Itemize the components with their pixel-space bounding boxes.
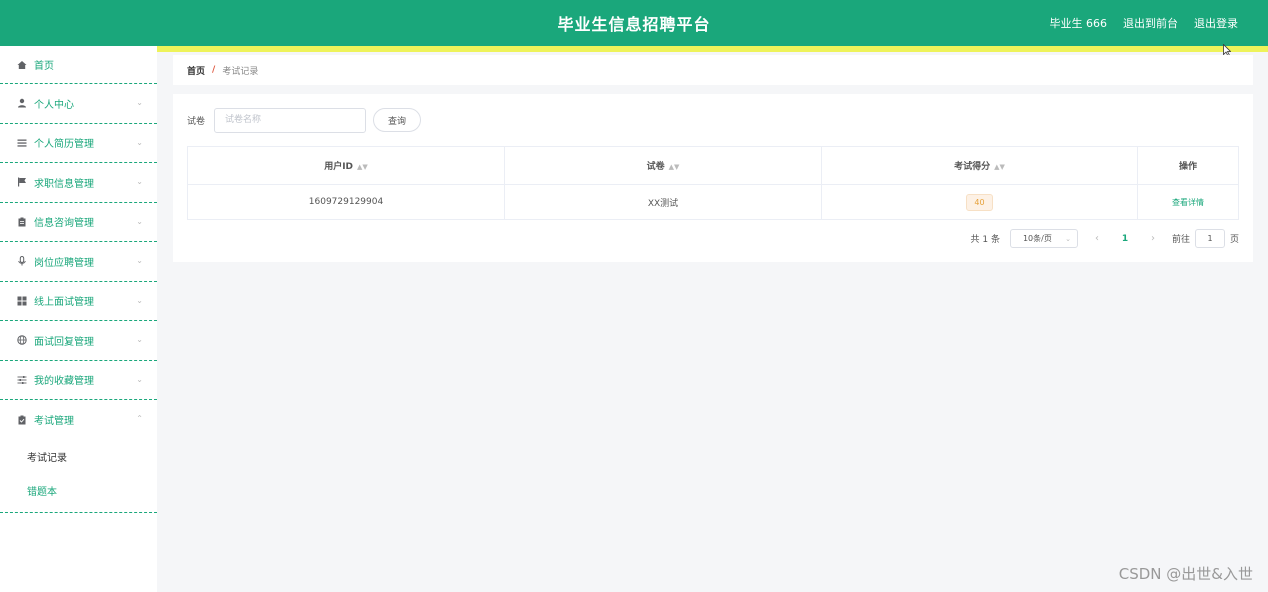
home-icon <box>17 60 27 70</box>
sidebar-subitem-exam-records[interactable]: 考试记录 <box>0 440 157 474</box>
search-label: 试卷 <box>187 116 206 127</box>
clipboard-check-icon <box>17 415 27 425</box>
sidebar-subitem-wrong-questions[interactable]: 错题本 <box>0 474 157 508</box>
chevron-down-icon: ⌄ <box>136 98 143 107</box>
page-number[interactable]: 1 <box>1116 234 1134 244</box>
pagination: 共 1 条 10条/页 ⌄ ‹ 1 › 前往 1 页 <box>971 229 1239 248</box>
chevron-down-icon: ⌄ <box>136 374 143 384</box>
table-header-row: 用户ID ▲▼ 试卷 ▲▼ 考试得分 ▲▼ 操作 <box>187 146 1239 185</box>
user-icon <box>17 98 27 108</box>
column-header-label: 用户ID <box>324 162 354 172</box>
chevron-down-icon: ⌄ <box>136 216 143 226</box>
sidebar-item-label: 考试管理 <box>34 416 74 428</box>
breadcrumb-current: 考试记录 <box>222 66 259 77</box>
sidebar-item-online-interview[interactable]: 线上面试管理 ⌄ <box>0 282 157 321</box>
sidebar-item-exam[interactable]: 考试管理 ⌃ <box>0 400 157 440</box>
sidebar-item-label: 面试回复管理 <box>34 336 94 348</box>
sidebar-item-favorites[interactable]: 我的收藏管理 ⌄ <box>0 361 157 400</box>
sidebar-item-applications[interactable]: 岗位应聘管理 ⌄ <box>0 242 157 282</box>
sidebar-item-interview-reply[interactable]: 面试回复管理 ⌄ <box>0 321 157 361</box>
sidebar-item-personal-center[interactable]: 个人中心 ⌄ <box>0 84 157 124</box>
breadcrumb-separator: / <box>212 65 216 75</box>
sidebar-item-label: 我的收藏管理 <box>34 376 94 388</box>
page-size-value: 10条/页 <box>1022 234 1052 243</box>
breadcrumb: 首页 / 考试记录 <box>173 55 1253 85</box>
username-label: 毕业生 666 <box>1049 17 1108 30</box>
clipboard-icon <box>17 217 27 227</box>
records-panel: 试卷 查询 用户ID▲▼ 试卷▲▼ 考试得分▲▼ 操作 <box>173 94 1253 262</box>
score-badge: 40 <box>966 193 993 211</box>
sidebar-item-consult[interactable]: 信息咨询管理 ⌄ <box>0 203 157 242</box>
flag-icon <box>17 177 27 187</box>
top-header: 毕业生信息招聘平台 毕业生 666 退出到前台 退出登录 <box>0 0 1268 52</box>
prev-page-icon[interactable]: ‹ <box>1088 233 1106 244</box>
sidebar-item-label: 个人简历管理 <box>34 139 94 151</box>
goto-label: 前往 <box>1171 235 1190 245</box>
sidebar: 首页 个人中心 ⌄ 个人简历管理 ⌄ 求职信息管理 ⌄ 信息咨询管理 ⌄ 岗位应… <box>0 46 157 592</box>
column-header-paper[interactable]: 试卷 ▲▼ <box>504 146 822 185</box>
column-header-label: 操作 <box>1178 162 1197 172</box>
sidebar-item-label: 首页 <box>34 61 54 72</box>
sidebar-item-label: 个人中心 <box>34 99 74 111</box>
chevron-up-icon: ⌃ <box>136 414 143 423</box>
watermark: CSDN @出世&入世 <box>1118 565 1253 583</box>
table-row: 1609729129904 XX测试 40 查看详情 <box>187 184 1239 220</box>
globe-icon <box>17 335 27 345</box>
search-button[interactable]: 查询 <box>373 108 422 132</box>
column-header-label: 考试得分 <box>954 162 991 172</box>
goto-suffix: 页 <box>1229 235 1239 245</box>
chevron-down-icon: ⌄ <box>136 295 143 305</box>
cell-action: 查看详情 <box>1137 184 1239 220</box>
page-size-select[interactable]: 10条/页 ⌄ <box>1009 229 1078 248</box>
sort-icon[interactable]: ▲▼ <box>357 163 368 171</box>
total-count: 共 1 条 <box>970 235 1000 245</box>
column-header-score[interactable]: 考试得分 ▲▼ <box>821 146 1138 185</box>
chevron-down-icon: ⌄ <box>136 256 143 265</box>
sidebar-item-home[interactable]: 首页 <box>0 46 157 84</box>
exam-menu-group: 考试管理 ⌃ 考试记录 错题本 <box>0 400 157 513</box>
sidebar-item-label: 岗位应聘管理 <box>34 257 94 269</box>
paper-name-input[interactable] <box>214 107 367 133</box>
chevron-down-icon: ⌄ <box>136 177 143 186</box>
chevron-down-icon: ⌄ <box>136 137 143 147</box>
sidebar-item-job-info[interactable]: 求职信息管理 ⌄ <box>0 163 157 203</box>
sort-icon[interactable]: ▲▼ <box>994 163 1005 171</box>
cell-user-id: 1609729129904 <box>187 184 505 220</box>
grid-icon <box>17 296 27 306</box>
search-bar: 试卷 查询 <box>187 107 1239 133</box>
exam-records-table: 用户ID ▲▼ 试卷 ▲▼ 考试得分 ▲▼ 操作 1609729129904 X… <box>187 146 1239 220</box>
sidebar-item-resume[interactable]: 个人简历管理 ⌄ <box>0 124 157 163</box>
next-page-icon[interactable]: › <box>1144 233 1162 244</box>
sidebar-item-label: 求职信息管理 <box>34 178 94 190</box>
column-header-action: 操作 <box>1137 146 1239 185</box>
sidebar-item-label: 线上面试管理 <box>34 297 94 309</box>
view-detail-button[interactable]: 查看详情 <box>1172 198 1204 207</box>
breadcrumb-home[interactable]: 首页 <box>187 64 205 77</box>
cell-paper: XX测试 <box>504 184 822 220</box>
user-area: 毕业生 666 退出到前台 退出登录 <box>1050 15 1239 31</box>
main-content: 首页 / 考试记录 试卷 查询 用户ID▲▼ 试卷▲▼ 考试得分▲▼ <box>173 55 1253 262</box>
logout-link[interactable]: 退出登录 <box>1194 15 1238 31</box>
goto-page-input[interactable]: 1 <box>1194 229 1225 248</box>
sliders-icon <box>17 375 27 385</box>
back-to-front-link[interactable]: 退出到前台 <box>1123 15 1178 31</box>
sidebar-item-label: 信息咨询管理 <box>34 218 94 230</box>
chevron-down-icon: ⌄ <box>1065 234 1071 243</box>
column-header-label: 试卷 <box>646 162 665 172</box>
header-accent-strip <box>0 46 1268 52</box>
sort-icon[interactable]: ▲▼ <box>669 163 680 171</box>
list-icon <box>17 138 27 148</box>
goto-group: 前往 1 页 <box>1172 229 1239 248</box>
mic-icon <box>17 256 27 266</box>
cell-score: 40 <box>821 184 1138 220</box>
column-header-user-id[interactable]: 用户ID ▲▼ <box>187 146 505 185</box>
chevron-down-icon: ⌄ <box>136 335 143 344</box>
